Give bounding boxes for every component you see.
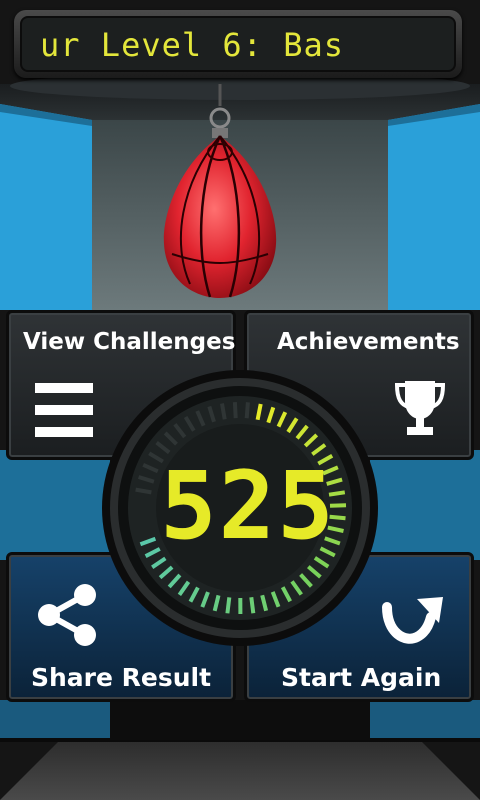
share-icon xyxy=(38,584,96,646)
score-display: 525 xyxy=(160,452,336,561)
dial-tick xyxy=(249,597,256,614)
share-result-label: Share Result xyxy=(31,663,212,692)
start-again-label: Start Again xyxy=(281,663,442,692)
dial-tick xyxy=(220,403,227,420)
dial-tick xyxy=(244,402,250,419)
view-challenges-label: View Challenges xyxy=(23,329,236,355)
level-ticker: ur Level 6: Bas xyxy=(14,10,462,78)
speed-bag[interactable] xyxy=(150,84,290,304)
dial-tick xyxy=(232,402,238,419)
ticker-text: ur Level 6: Bas xyxy=(40,26,344,64)
restart-arrow-icon xyxy=(382,597,443,644)
ticker-display: ur Level 6: Bas xyxy=(20,16,456,72)
trophy-icon xyxy=(395,381,445,435)
achievements-label: Achievements xyxy=(277,329,460,355)
dial-tick xyxy=(225,597,232,614)
dial-tick xyxy=(135,487,152,495)
hamburger-menu-icon xyxy=(35,383,93,437)
game-screen: ur Level 6: Bas View Challenges Achievem… xyxy=(0,0,480,800)
